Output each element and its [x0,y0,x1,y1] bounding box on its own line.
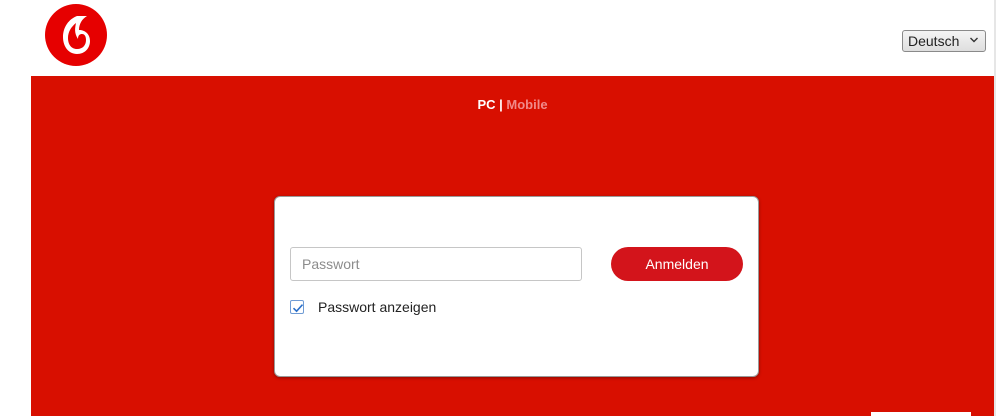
chevron-down-icon [970,37,978,43]
language-select-value: Deutsch [908,33,960,49]
checkmark-icon [292,304,304,313]
mode-separator: | [499,97,503,112]
login-button[interactable]: Anmelden [611,247,743,281]
show-password-toggle[interactable]: Passwort anzeigen [290,299,436,315]
password-input[interactable] [290,247,582,281]
show-password-label: Passwort anzeigen [318,299,437,315]
mode-switch: PC | Mobile [31,97,994,112]
login-band: PC | Mobile Anmelden Passwort anzeigen [31,76,994,416]
pc-mode-link[interactable]: PC [477,97,495,112]
login-page: Deutsch PC | Mobile Anmelden Passwort an… [0,0,996,416]
vodafone-logo-icon [45,4,107,66]
mobile-mode-link[interactable]: Mobile [506,97,547,112]
login-card: Anmelden Passwort anzeigen [274,196,759,377]
footer-tab [871,412,971,416]
language-select[interactable]: Deutsch [902,30,986,52]
show-password-checkbox[interactable] [290,300,304,314]
